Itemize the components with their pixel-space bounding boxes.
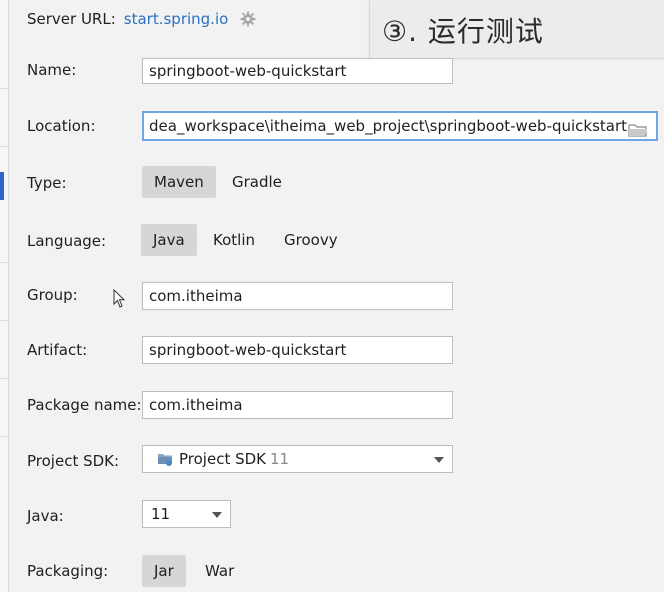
chevron-down-icon xyxy=(212,512,222,518)
group-field-value: com.itheima xyxy=(149,287,243,305)
server-url-label: Server URL: xyxy=(27,10,116,28)
mouse-cursor-icon xyxy=(113,288,127,309)
sidebar-divider xyxy=(0,378,8,379)
sidebar-divider xyxy=(0,88,8,89)
folder-icon[interactable] xyxy=(628,119,648,137)
name-field[interactable]: springboot-web-quickstart xyxy=(142,58,453,84)
sidebar-divider xyxy=(0,436,8,437)
group-label: Group: xyxy=(27,286,78,304)
package-name-label: Package name: xyxy=(27,396,142,414)
packaging-label: Packaging: xyxy=(27,562,109,580)
type-option-gradle[interactable]: Gradle xyxy=(220,166,294,198)
chevron-down-icon xyxy=(434,457,444,463)
type-option-maven[interactable]: Maven xyxy=(142,166,216,198)
language-label: Language: xyxy=(27,232,107,250)
packaging-option-war[interactable]: War xyxy=(193,555,246,587)
project-sdk-version: 11 xyxy=(270,450,290,468)
sdk-folder-icon xyxy=(157,448,173,466)
java-label: Java: xyxy=(27,507,64,525)
location-field-value: dea_workspace\itheima_web_project\spring… xyxy=(149,117,628,135)
project-sdk-dropdown[interactable]: Project SDK 11 xyxy=(142,445,453,473)
project-sdk-value: Project SDK xyxy=(179,450,266,468)
package-name-field[interactable]: com.itheima xyxy=(142,391,453,419)
sidebar-divider xyxy=(0,262,8,263)
language-option-kotlin[interactable]: Kotlin xyxy=(201,224,267,256)
language-option-groovy[interactable]: Groovy xyxy=(272,224,350,256)
artifact-field[interactable]: springboot-web-quickstart xyxy=(142,336,453,364)
server-url-row: Server URL: start.spring.io xyxy=(27,10,256,28)
sidebar-divider xyxy=(0,320,8,321)
gear-icon[interactable] xyxy=(240,11,256,27)
left-sidebar-edge xyxy=(0,0,9,592)
location-field[interactable]: dea_workspace\itheima_web_project\spring… xyxy=(142,111,658,141)
sidebar-divider xyxy=(0,146,8,147)
server-url-link[interactable]: start.spring.io xyxy=(124,10,229,28)
java-version-value: 11 xyxy=(151,505,171,523)
name-label: Name: xyxy=(27,61,77,79)
group-field[interactable]: com.itheima xyxy=(142,282,453,310)
package-name-field-value: com.itheima xyxy=(149,396,243,414)
step-overlay-banner: ③. 运行测试 xyxy=(369,0,664,59)
step-overlay-text: ③. 运行测试 xyxy=(382,15,544,48)
packaging-option-jar[interactable]: Jar xyxy=(142,555,186,587)
type-label: Type: xyxy=(27,174,67,192)
project-sdk-label: Project SDK: xyxy=(27,452,120,470)
name-field-value: springboot-web-quickstart xyxy=(149,62,347,80)
java-version-dropdown[interactable]: 11 xyxy=(142,500,231,528)
language-option-java[interactable]: Java xyxy=(141,224,197,256)
location-label: Location: xyxy=(27,117,96,135)
artifact-label: Artifact: xyxy=(27,341,88,359)
new-project-dialog: Server URL: start.spring.io ③. 运行测试 Name… xyxy=(0,0,664,592)
sidebar-selected-marker xyxy=(0,172,4,200)
artifact-field-value: springboot-web-quickstart xyxy=(149,341,347,359)
